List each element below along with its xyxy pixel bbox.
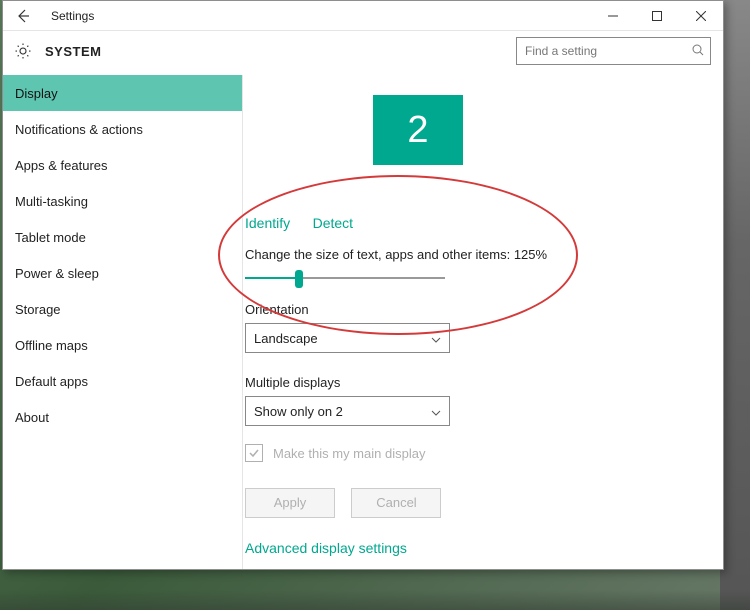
identify-link[interactable]: Identify: [245, 215, 290, 231]
body: Display Notifications & actions Apps & f…: [3, 75, 723, 569]
sidebar-item-about[interactable]: About: [3, 399, 242, 435]
sidebar-item-offline-maps[interactable]: Offline maps: [3, 327, 242, 363]
orientation-label: Orientation: [245, 302, 723, 317]
multiple-displays-dropdown[interactable]: Show only on 2: [245, 396, 450, 426]
sidebar-item-storage[interactable]: Storage: [3, 291, 242, 327]
maximize-icon: [652, 11, 662, 21]
chevron-down-icon: [431, 404, 441, 419]
sidebar-item-apps-features[interactable]: Apps & features: [3, 147, 242, 183]
maximize-button[interactable]: [635, 1, 679, 31]
sidebar-item-default-apps[interactable]: Default apps: [3, 363, 242, 399]
multiple-displays-section: Multiple displays Show only on 2: [245, 375, 723, 426]
minimize-button[interactable]: [591, 1, 635, 31]
orientation-value: Landscape: [254, 331, 318, 346]
main-display-checkbox-row: Make this my main display: [245, 444, 723, 462]
detect-link[interactable]: Detect: [313, 215, 353, 231]
multiple-displays-label: Multiple displays: [245, 375, 723, 390]
sidebar-item-power-sleep[interactable]: Power & sleep: [3, 255, 242, 291]
check-icon: [248, 447, 260, 459]
sidebar-item-display[interactable]: Display: [3, 75, 242, 111]
search-icon: [692, 44, 704, 59]
sidebar-item-tablet-mode[interactable]: Tablet mode: [3, 219, 242, 255]
minimize-icon: [608, 11, 618, 21]
main-display-label: Make this my main display: [273, 446, 425, 461]
monitor-preview[interactable]: 2: [373, 95, 463, 165]
slider-thumb[interactable]: [295, 270, 303, 288]
orientation-dropdown[interactable]: Landscape: [245, 323, 450, 353]
multiple-displays-value: Show only on 2: [254, 404, 343, 419]
titlebar: Settings: [3, 1, 723, 31]
content-pane: 2 Identify Detect Change the size of tex…: [243, 75, 723, 569]
search-input[interactable]: [525, 44, 692, 58]
header: SYSTEM: [3, 31, 723, 75]
sidebar-item-notifications[interactable]: Notifications & actions: [3, 111, 242, 147]
back-arrow-icon: [16, 9, 30, 23]
slider-fill: [245, 277, 299, 279]
close-icon: [696, 11, 706, 21]
gear-icon: [13, 41, 33, 61]
settings-window: Settings SYSTEM Display Notifications & …: [2, 0, 724, 570]
main-display-checkbox: [245, 444, 263, 462]
scale-section: Change the size of text, apps and other …: [245, 247, 723, 288]
sidebar: Display Notifications & actions Apps & f…: [3, 75, 243, 569]
apply-button: Apply: [245, 488, 335, 518]
chevron-down-icon: [431, 331, 441, 346]
cancel-button: Cancel: [351, 488, 441, 518]
back-button[interactable]: [3, 1, 43, 31]
window-title: Settings: [43, 9, 94, 23]
search-box[interactable]: [516, 37, 711, 65]
advanced-display-settings-link[interactable]: Advanced display settings: [245, 540, 723, 556]
scale-slider[interactable]: [245, 268, 445, 288]
identify-detect-row: Identify Detect: [245, 215, 723, 233]
page-section-title: SYSTEM: [33, 44, 101, 59]
button-row: Apply Cancel: [245, 488, 723, 518]
close-button[interactable]: [679, 1, 723, 31]
scale-label: Change the size of text, apps and other …: [245, 247, 723, 262]
sidebar-item-multi-tasking[interactable]: Multi-tasking: [3, 183, 242, 219]
orientation-section: Orientation Landscape: [245, 302, 723, 353]
